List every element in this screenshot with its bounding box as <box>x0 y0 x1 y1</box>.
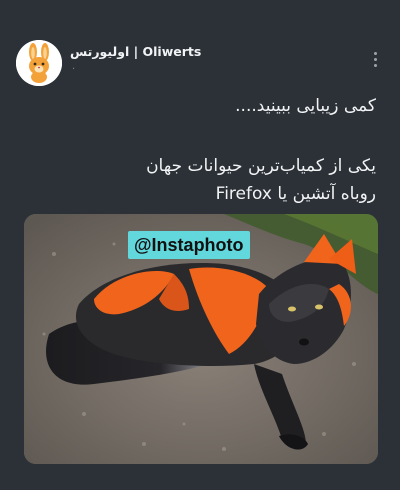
more-options-icon[interactable] <box>368 52 382 70</box>
post-text-line-1: کمی زیبایی ببینید.... <box>235 96 376 116</box>
rabbit-avatar-icon <box>16 40 62 86</box>
author-name[interactable]: اولیورتس | Oliwerts <box>70 44 201 59</box>
post-card: اولیورتس | Oliwerts · کمی زیبایی ببینید.… <box>0 0 400 490</box>
avatar[interactable] <box>16 40 62 86</box>
post-text-line-3: روباه آتشین یا Firefox <box>215 184 376 204</box>
post-text-line-2: یکی از کمیاب‌ترین حیوانات جهان <box>146 156 376 176</box>
watermark-label: @Instaphoto <box>128 231 250 259</box>
fox-photo[interactable]: @Instaphoto <box>24 214 378 464</box>
post-meta: · <box>72 64 76 75</box>
